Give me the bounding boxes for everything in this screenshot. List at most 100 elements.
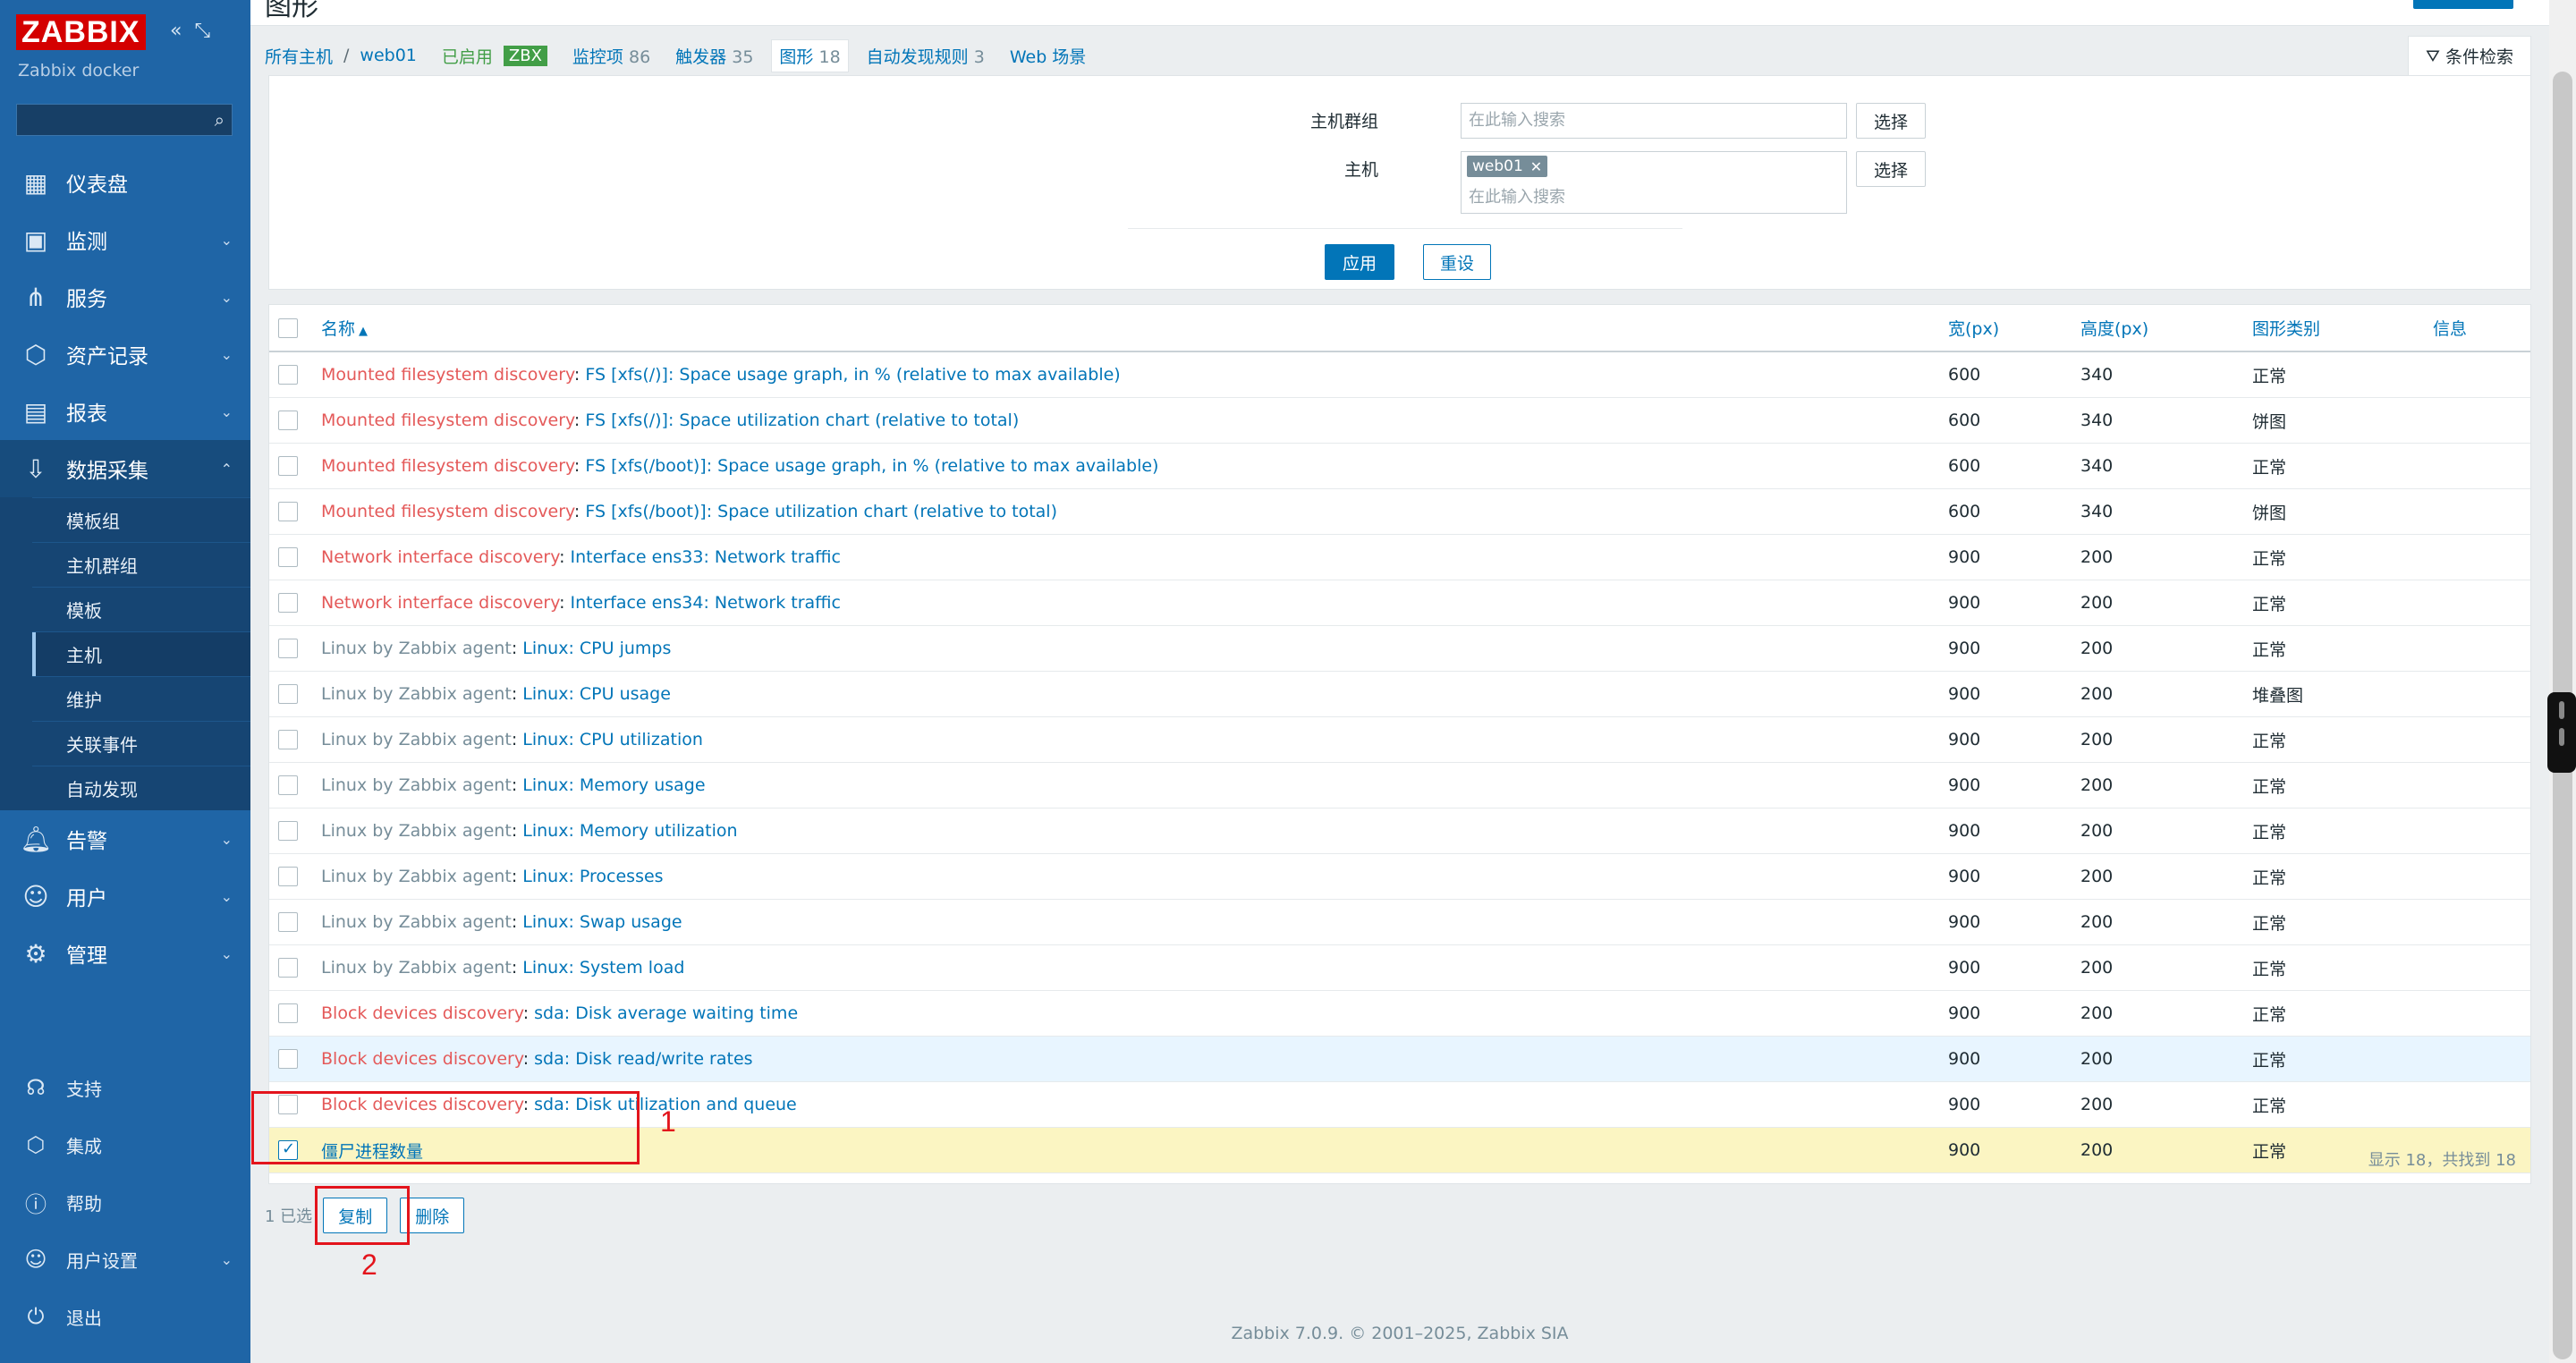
zabbix-logo[interactable]: ZABBIX bbox=[16, 14, 146, 50]
template-prefix-link[interactable]: Mounted filesystem discovery bbox=[321, 456, 574, 476]
template-prefix-link[interactable]: Mounted filesystem discovery bbox=[321, 365, 574, 385]
template-prefix-link[interactable]: Block devices discovery bbox=[321, 1049, 523, 1069]
menu-item-help[interactable]: ⓘ 帮助 bbox=[0, 1173, 250, 1231]
row-checkbox[interactable] bbox=[278, 547, 298, 568]
row-checkbox[interactable] bbox=[278, 775, 298, 796]
row-checkbox[interactable] bbox=[278, 912, 298, 933]
graph-name-link[interactable]: FS [xfs(/boot)]: Space utilization chart… bbox=[585, 502, 1057, 521]
graph-name-link[interactable]: Linux: Swap usage bbox=[522, 912, 682, 932]
graph-name-link[interactable]: Linux: Memory usage bbox=[522, 775, 705, 795]
submenu-item-template-groups[interactable]: 模板组 bbox=[32, 497, 250, 542]
host-select-button[interactable]: 选择 bbox=[1856, 151, 1926, 187]
submenu-item-templates[interactable]: 模板 bbox=[32, 587, 250, 631]
template-prefix-link[interactable]: Linux by Zabbix agent bbox=[321, 730, 512, 749]
tab-graphs[interactable]: 图形 18 bbox=[771, 38, 849, 72]
template-prefix-link[interactable]: Linux by Zabbix agent bbox=[321, 639, 512, 658]
tab-web-scenarios[interactable]: Web 场景 bbox=[1010, 44, 1086, 68]
row-checkbox[interactable] bbox=[278, 1003, 298, 1024]
menu-item-sign-out[interactable]: ⏻ 退出 bbox=[0, 1288, 250, 1345]
column-name[interactable]: 名称 ▲ bbox=[320, 305, 1947, 352]
row-checkbox[interactable] bbox=[278, 730, 298, 750]
template-prefix-link[interactable]: Linux by Zabbix agent bbox=[321, 867, 512, 886]
graph-name-link[interactable]: sda: Disk average waiting time bbox=[534, 1003, 798, 1023]
template-prefix-link[interactable]: Linux by Zabbix agent bbox=[321, 821, 512, 841]
row-checkbox[interactable] bbox=[278, 639, 298, 659]
row-checkbox[interactable] bbox=[278, 684, 298, 705]
tab-items[interactable]: 监控项 86 bbox=[572, 44, 650, 68]
submenu-item-event-correlation[interactable]: 关联事件 bbox=[32, 721, 250, 766]
graph-height: 200 bbox=[2080, 944, 2251, 991]
host-status[interactable]: 已启用 bbox=[442, 44, 493, 68]
submenu-item-hosts[interactable]: 主机 bbox=[32, 631, 250, 676]
page-scrollbar[interactable] bbox=[2549, 0, 2576, 1363]
menu-item-inventory[interactable]: ⬡ 资产记录 ⌄ bbox=[0, 326, 250, 383]
submenu-item-discovery[interactable]: 自动发现 bbox=[32, 766, 250, 810]
row-checkbox[interactable] bbox=[278, 411, 298, 431]
row-checkbox[interactable] bbox=[278, 1049, 298, 1070]
menu-item-support[interactable]: ☊ 支持 bbox=[0, 1059, 250, 1116]
template-prefix-link[interactable]: Linux by Zabbix agent bbox=[321, 958, 512, 978]
menu-item-monitoring[interactable]: ▣ 监测 ⌄ bbox=[0, 211, 250, 268]
column-graph-type[interactable]: 图形类别 bbox=[2251, 305, 2432, 352]
column-width[interactable]: 宽(px) bbox=[1947, 305, 2080, 352]
menu-item-users[interactable]: ☺ 用户 ⌄ bbox=[0, 868, 250, 925]
breadcrumb-host[interactable]: web01 bbox=[360, 46, 416, 65]
graph-name-link[interactable]: Linux: CPU jumps bbox=[522, 639, 671, 658]
menu-item-services[interactable]: ⋔ 服务 ⌄ bbox=[0, 268, 250, 326]
kiosk-icon[interactable]: ⤡ bbox=[194, 20, 210, 42]
graph-name-link[interactable]: Interface ens34: Network traffic bbox=[571, 593, 841, 613]
template-prefix-link[interactable]: Block devices discovery bbox=[321, 1003, 523, 1023]
row-checkbox[interactable] bbox=[278, 867, 298, 887]
template-prefix-link[interactable]: Mounted filesystem discovery bbox=[321, 411, 574, 430]
select-all-checkbox[interactable] bbox=[278, 317, 298, 338]
row-checkbox[interactable] bbox=[278, 593, 298, 614]
scroll-grip-handle[interactable] bbox=[2547, 692, 2576, 773]
row-checkbox[interactable] bbox=[278, 365, 298, 385]
filter-toggle[interactable]: ⛛ 条件检索 bbox=[2408, 36, 2531, 75]
graph-name-link[interactable]: sda: Disk read/write rates bbox=[534, 1049, 752, 1069]
tab-triggers[interactable]: 触发器 35 bbox=[675, 44, 753, 68]
graph-name-link[interactable]: FS [xfs(/boot)]: Space usage graph, in %… bbox=[585, 456, 1158, 476]
submenu-item-maintenance[interactable]: 维护 bbox=[32, 676, 250, 721]
row-checkbox[interactable] bbox=[278, 502, 298, 522]
menu-item-reports[interactable]: ▤ 报表 ⌄ bbox=[0, 383, 250, 440]
sidebar-search-input[interactable]: ⌕ bbox=[16, 104, 233, 136]
template-prefix-link[interactable]: Mounted filesystem discovery bbox=[321, 502, 574, 521]
template-prefix-link[interactable]: Network interface discovery bbox=[321, 593, 559, 613]
submenu-item-host-groups[interactable]: 主机群组 bbox=[32, 542, 250, 587]
graph-name-link[interactable]: Linux: Memory utilization bbox=[522, 821, 737, 841]
apply-button[interactable]: 应用 bbox=[1325, 244, 1394, 280]
tab-discovery-rules[interactable]: 自动发现规则 3 bbox=[867, 44, 985, 68]
template-prefix-link[interactable]: Linux by Zabbix agent bbox=[321, 912, 512, 932]
collapse-icon[interactable]: « bbox=[170, 20, 182, 42]
graph-name-link[interactable]: Interface ens33: Network traffic bbox=[571, 547, 841, 567]
graph-name-link[interactable]: Linux: CPU utilization bbox=[522, 730, 703, 749]
graph-name-link[interactable]: Linux: System load bbox=[522, 958, 684, 978]
template-prefix-link[interactable]: Network interface discovery bbox=[321, 547, 559, 567]
graph-name-link[interactable]: FS [xfs(/)]: Space usage graph, in % (re… bbox=[585, 365, 1120, 385]
column-height[interactable]: 高度(px) bbox=[2080, 305, 2251, 352]
breadcrumb-all-hosts[interactable]: 所有主机 bbox=[265, 44, 333, 68]
menu-item-user-settings[interactable]: ☺ 用户设置 ⌄ bbox=[0, 1231, 250, 1288]
create-graph-button[interactable] bbox=[2413, 0, 2513, 9]
graph-name-link[interactable]: Linux: CPU usage bbox=[522, 684, 671, 704]
menu-item-administration[interactable]: ⚙ 管理 ⌄ bbox=[0, 925, 250, 982]
graph-name-link[interactable]: Linux: Processes bbox=[522, 867, 663, 886]
delete-button[interactable]: 删除 bbox=[400, 1198, 465, 1233]
row-checkbox[interactable] bbox=[278, 958, 298, 978]
host-input[interactable]: web01 ✕ 在此输入搜索 bbox=[1461, 151, 1847, 214]
host-group-input[interactable]: 在此输入搜索 bbox=[1461, 103, 1847, 139]
graph-name-link[interactable]: FS [xfs(/)]: Space utilization chart (re… bbox=[585, 411, 1019, 430]
reset-button[interactable]: 重设 bbox=[1423, 244, 1491, 280]
search-icon[interactable]: ⌕ bbox=[215, 109, 225, 131]
row-checkbox[interactable] bbox=[278, 456, 298, 477]
menu-item-integrations[interactable]: ⬡ 集成 bbox=[0, 1116, 250, 1173]
menu-item-data-collection[interactable]: ⇩ 数据采集 ⌃ bbox=[0, 440, 250, 497]
row-checkbox[interactable] bbox=[278, 821, 298, 842]
menu-item-dashboard[interactable]: ▦ 仪表盘 bbox=[0, 154, 250, 211]
menu-item-alerts[interactable]: 🔔︎ 告警 ⌄ bbox=[0, 810, 250, 868]
template-prefix-link[interactable]: Linux by Zabbix agent bbox=[321, 775, 512, 795]
template-prefix-link[interactable]: Linux by Zabbix agent bbox=[321, 684, 512, 704]
remove-icon[interactable]: ✕ bbox=[1530, 158, 1542, 175]
host-group-select-button[interactable]: 选择 bbox=[1856, 103, 1926, 139]
